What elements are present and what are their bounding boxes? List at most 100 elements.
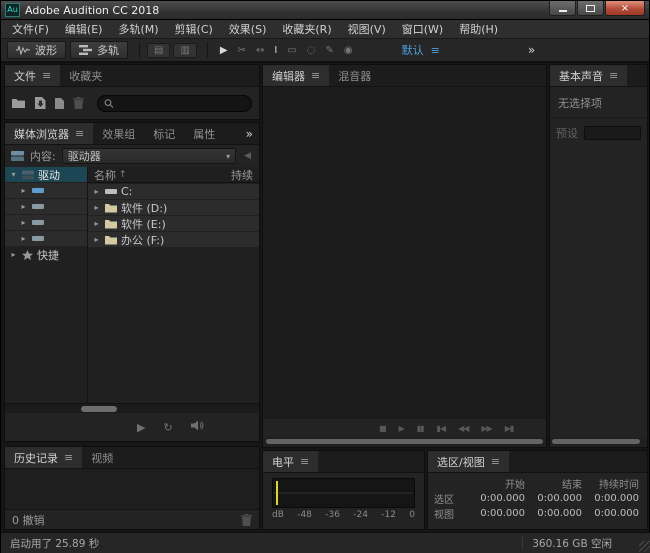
panel-menu-icon[interactable]: ≡ [300, 455, 309, 468]
tree-item-drive[interactable]: ▸ [5, 215, 87, 230]
multitrack-view-button[interactable]: 多轨 [70, 41, 128, 59]
search-input[interactable] [119, 98, 245, 109]
rewind-icon[interactable]: ◀◀ [458, 424, 468, 433]
panel-menu-icon[interactable]: ≡ [609, 69, 618, 82]
new-file-button[interactable] [55, 98, 64, 109]
tab-video[interactable]: 视频 [82, 447, 122, 468]
maximize-button[interactable] [577, 1, 604, 16]
import-file-button[interactable] [35, 97, 46, 109]
view-duration-value[interactable]: 0:00.000 [582, 508, 639, 519]
drive-select[interactable]: 驱动器 ▾ [62, 148, 236, 164]
scrollbar-thumb[interactable] [266, 439, 543, 444]
chevron-collapsed-icon[interactable]: ▸ [19, 186, 28, 195]
tab-properties[interactable]: 属性 [184, 123, 224, 144]
chevron-collapsed-icon[interactable]: ▸ [92, 219, 101, 228]
tree-item-drive[interactable]: ▸ [5, 199, 87, 214]
horizontal-scrollbar[interactable] [5, 403, 259, 413]
panel-menu-icon[interactable]: ≡ [64, 451, 73, 464]
chevron-collapsed-icon[interactable]: ▸ [92, 235, 101, 244]
menu-clip[interactable]: 剪辑(C) [167, 19, 221, 39]
tab-effects-rack[interactable]: 效果组 [93, 123, 144, 144]
zoom-navigator-scrollbar[interactable] [263, 437, 546, 447]
list-header[interactable]: 名称 ↑ 持续 [88, 167, 259, 183]
selection-duration-value[interactable]: 0:00.000 [582, 493, 639, 504]
chevron-collapsed-icon[interactable]: ▸ [19, 218, 28, 227]
menu-favorites[interactable]: 收藏夹(R) [274, 19, 339, 39]
list-item[interactable]: ▸ 软件 (D:) [88, 200, 259, 215]
auto-play-speaker-icon[interactable] [191, 420, 204, 434]
chevron-collapsed-icon[interactable]: ▸ [92, 187, 101, 196]
panel-menu-icon[interactable]: ≡ [311, 69, 320, 82]
workspace-menu-icon[interactable]: ≡ [431, 44, 440, 57]
tab-markers[interactable]: 标记 [144, 123, 184, 144]
selection-start-value[interactable]: 0:00.000 [468, 493, 525, 504]
razor-tool-icon[interactable]: ✂ [233, 45, 251, 56]
skip-forward-icon[interactable]: ▶▮ [505, 424, 514, 433]
tree-item-shortcuts[interactable]: ▸ 快捷 [5, 247, 87, 262]
waveform-display-area[interactable] [263, 87, 546, 419]
spot-healing-brush-tool-icon[interactable]: ◉ [339, 45, 358, 56]
chevron-collapsed-icon[interactable]: ▸ [9, 250, 18, 259]
menu-file[interactable]: 文件(F) [4, 19, 57, 39]
tab-favorites[interactable]: 收藏夹 [60, 65, 111, 86]
view-end-value[interactable]: 0:00.000 [525, 508, 582, 519]
tree-item-drive[interactable]: ▸ [5, 231, 87, 246]
open-file-button[interactable] [12, 98, 26, 109]
workspace-switcher[interactable]: 默认 ≡ [402, 42, 440, 58]
menu-edit[interactable]: 编辑(E) [57, 19, 111, 39]
chevron-collapsed-icon[interactable]: ▸ [19, 202, 28, 211]
loop-playback-icon[interactable]: ↻ [163, 421, 172, 434]
tab-history[interactable]: 历史记录 ≡ [5, 447, 82, 468]
tab-selection-view[interactable]: 选区/视图 ≡ [428, 451, 509, 472]
spectral-frequency-display-icon[interactable]: ▤ [147, 43, 170, 58]
minimize-button[interactable] [549, 1, 576, 16]
pause-icon[interactable]: ▮▮ [417, 424, 424, 433]
chevron-collapsed-icon[interactable]: ▸ [19, 234, 28, 243]
menu-multitrack[interactable]: 多轨(M) [110, 19, 166, 39]
menu-help[interactable]: 帮助(H) [451, 19, 506, 39]
tab-editor[interactable]: 编辑器 ≡ [263, 65, 329, 86]
list-item[interactable]: ▸ 办公 (F:) [88, 232, 259, 247]
tab-essential-sound[interactable]: 基本声音 ≡ [550, 65, 627, 86]
marquee-selection-tool-icon[interactable]: ▭ [282, 45, 301, 56]
tab-media-browser[interactable]: 媒体浏览器 ≡ [5, 123, 93, 144]
lasso-selection-tool-icon[interactable]: ◌ [302, 45, 321, 56]
app-icon[interactable]: Au [5, 3, 20, 17]
close-button[interactable]: × [605, 1, 645, 16]
tab-files[interactable]: 文件 ≡ [5, 65, 60, 86]
clear-history-button[interactable] [241, 514, 252, 526]
resize-grip[interactable] [639, 541, 650, 552]
panel-menu-icon[interactable]: ≡ [75, 127, 84, 140]
tree-item-drives[interactable]: ▾ 驱动 [5, 167, 87, 182]
preset-dropdown[interactable] [584, 126, 641, 140]
panel-menu-icon[interactable]: ≡ [491, 455, 500, 468]
menu-view[interactable]: 视图(V) [340, 19, 394, 39]
chevron-expanded-icon[interactable]: ▾ [9, 170, 18, 179]
play-icon[interactable]: ▶ [399, 424, 404, 433]
level-meter[interactable] [272, 478, 415, 508]
column-name[interactable]: 名称 [94, 167, 116, 183]
view-start-value[interactable]: 0:00.000 [468, 508, 525, 519]
move-tool-icon[interactable]: ▶ [215, 45, 233, 56]
paintbrush-selection-tool-icon[interactable]: ✎ [321, 45, 339, 56]
waveform-view-button[interactable]: 波形 [7, 41, 66, 59]
list-item[interactable]: ▸ C: [88, 184, 259, 199]
stop-icon[interactable]: ■ [379, 424, 386, 433]
parent-directory-icon[interactable]: ◀ [242, 151, 253, 161]
horizontal-scrollbar[interactable] [550, 437, 647, 447]
chevron-collapsed-icon[interactable]: ▸ [92, 203, 101, 212]
spectral-pitch-display-icon[interactable]: ▥ [173, 43, 196, 58]
scrollbar-thumb[interactable] [552, 439, 640, 444]
menu-effects[interactable]: 效果(S) [221, 19, 275, 39]
preview-play-icon[interactable]: ▶ [137, 421, 145, 434]
tab-overflow-icon[interactable]: » [240, 127, 259, 141]
selection-end-value[interactable]: 0:00.000 [525, 493, 582, 504]
tab-mixer[interactable]: 混音器 [329, 65, 380, 86]
tab-levels[interactable]: 电平 ≡ [263, 451, 318, 472]
fast-forward-icon[interactable]: ▶▶ [481, 424, 491, 433]
scrollbar-thumb[interactable] [81, 406, 117, 412]
menu-window[interactable]: 窗口(W) [394, 19, 451, 39]
delete-file-button[interactable] [73, 97, 84, 109]
list-item[interactable]: ▸ 软件 (E:) [88, 216, 259, 231]
panel-menu-icon[interactable]: ≡ [42, 69, 51, 82]
